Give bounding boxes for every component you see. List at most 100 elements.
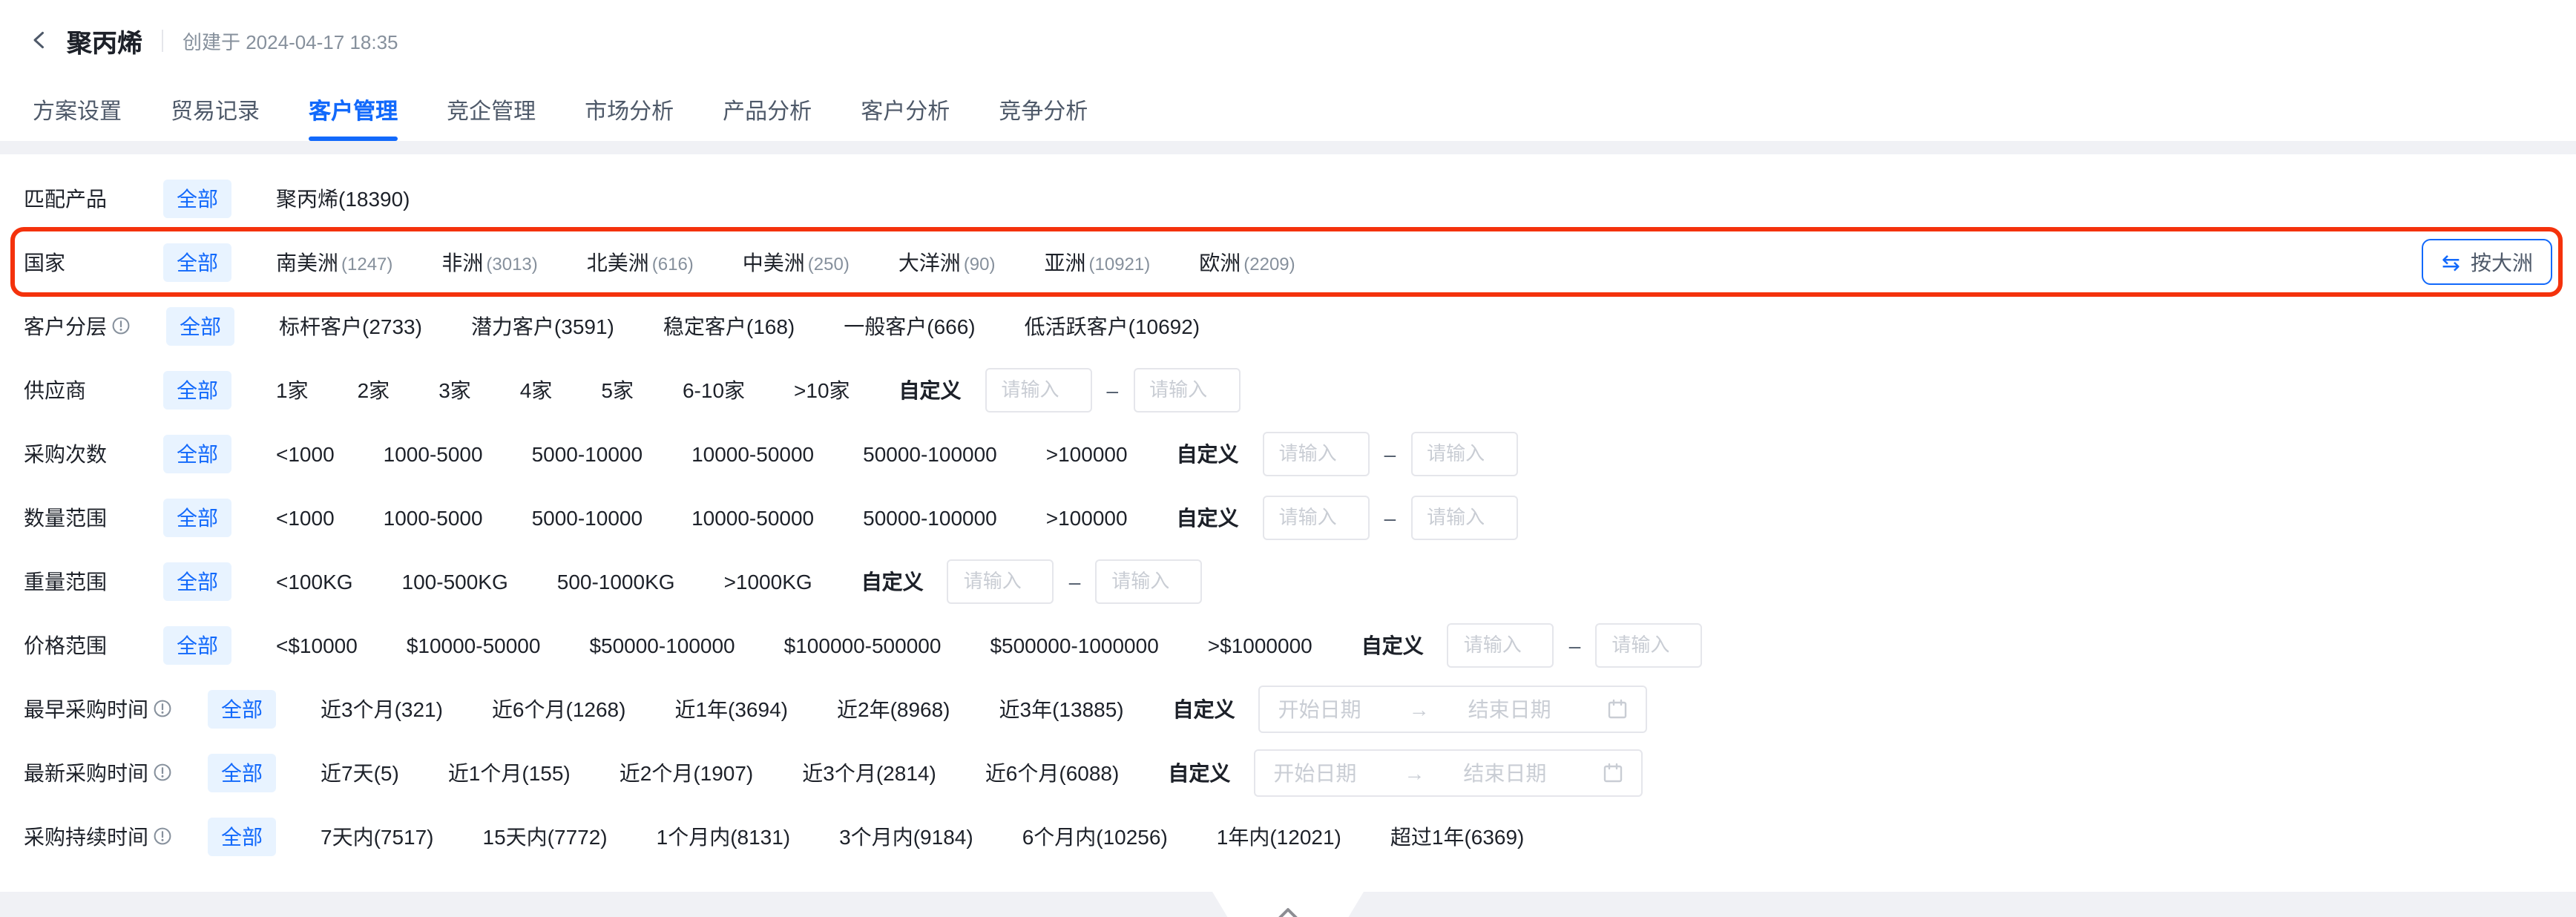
filter-option[interactable]: 近2个月(1907) xyxy=(620,757,754,787)
custom-option[interactable]: 自定义 xyxy=(1177,502,1239,532)
filter-option[interactable]: 1个月内(8131) xyxy=(657,821,791,851)
filter-option[interactable]: 欧洲 (2209) xyxy=(1199,247,1295,277)
filter-option[interactable]: 6个月内(10256) xyxy=(1022,821,1168,851)
filter-option[interactable]: 非洲 (3013) xyxy=(441,247,537,277)
filter-option[interactable]: 5000-10000 xyxy=(532,505,643,529)
filter-option[interactable]: 稳定客户(168) xyxy=(663,311,795,341)
filter-option[interactable]: 6-10家 xyxy=(683,375,745,404)
filter-option[interactable]: 近1个月(155) xyxy=(448,757,571,787)
filter-option[interactable]: 北美洲 (616) xyxy=(587,247,694,277)
collapse-handle[interactable] xyxy=(1212,892,1364,917)
filter-option[interactable]: 聚丙烯(18390) xyxy=(276,183,410,213)
filter-option[interactable]: 近7天(5) xyxy=(321,757,399,787)
info-icon[interactable] xyxy=(153,699,172,718)
option-all-selected[interactable]: 全部 xyxy=(163,179,231,217)
filter-option[interactable]: 10000-50000 xyxy=(691,441,814,465)
tab[interactable]: 产品分析 xyxy=(723,80,812,141)
option-all-selected[interactable]: 全部 xyxy=(166,306,234,345)
custom-option[interactable]: 自定义 xyxy=(1168,757,1230,787)
range-min-input[interactable] xyxy=(1263,495,1370,539)
filter-option[interactable]: 一般客户(666) xyxy=(844,311,975,341)
tab[interactable]: 贸易记录 xyxy=(171,80,260,141)
filter-option[interactable]: <100KG xyxy=(276,569,353,593)
tab[interactable]: 竞争分析 xyxy=(999,80,1088,141)
range-min-input[interactable] xyxy=(947,559,1054,603)
filter-option[interactable]: <1000 xyxy=(276,505,335,529)
info-icon[interactable] xyxy=(153,826,172,846)
range-min-input[interactable] xyxy=(985,367,1092,412)
range-max-input[interactable] xyxy=(1410,495,1517,539)
date-range-picker[interactable]: 开始日期 → 结束日期 xyxy=(1259,685,1648,732)
filter-option[interactable]: 近2年(8968) xyxy=(837,694,950,723)
filter-option[interactable]: >10家 xyxy=(794,375,850,404)
filter-option[interactable]: 标杆客户(2733) xyxy=(279,311,422,341)
filter-option[interactable]: 近3个月(2814) xyxy=(802,757,936,787)
filter-option[interactable]: 亚洲 (10921) xyxy=(1045,247,1151,277)
filter-option[interactable]: 50000-100000 xyxy=(863,505,997,529)
range-min-input[interactable] xyxy=(1448,622,1554,667)
custom-option[interactable]: 自定义 xyxy=(1361,630,1424,660)
tab[interactable]: 客户分析 xyxy=(861,80,950,141)
option-all-selected[interactable]: 全部 xyxy=(208,753,276,792)
range-min-input[interactable] xyxy=(1263,431,1370,476)
option-all-selected[interactable]: 全部 xyxy=(163,562,231,600)
filter-option[interactable]: 500-1000KG xyxy=(557,569,675,593)
filter-option[interactable]: 低活跃客户(10692) xyxy=(1025,311,1200,341)
filter-option[interactable]: >100000 xyxy=(1046,505,1128,529)
filter-option[interactable]: $500000-1000000 xyxy=(990,633,1158,657)
range-max-input[interactable] xyxy=(1133,367,1240,412)
option-all-selected[interactable]: 全部 xyxy=(163,498,231,536)
option-all-selected[interactable]: 全部 xyxy=(208,689,276,728)
tab[interactable]: 市场分析 xyxy=(585,80,674,141)
filter-option[interactable]: >100000 xyxy=(1046,441,1128,465)
tab[interactable]: 竞企管理 xyxy=(447,80,536,141)
filter-option[interactable]: $50000-100000 xyxy=(589,633,735,657)
filter-option[interactable]: 15天内(7772) xyxy=(483,821,608,851)
filter-option[interactable]: 7天内(7517) xyxy=(321,821,434,851)
custom-option[interactable]: 自定义 xyxy=(861,566,924,596)
info-icon[interactable] xyxy=(153,763,172,782)
filter-option[interactable]: >1000KG xyxy=(724,569,812,593)
filter-option[interactable]: <$10000 xyxy=(276,633,358,657)
filter-option[interactable]: 近6个月(1268) xyxy=(492,694,626,723)
date-end-placeholder[interactable]: 结束日期 xyxy=(1468,694,1608,723)
filter-option[interactable]: 潜力客户(3591) xyxy=(471,311,614,341)
filter-option[interactable]: $10000-50000 xyxy=(407,633,541,657)
option-all-selected[interactable]: 全部 xyxy=(163,243,231,281)
custom-option[interactable]: 自定义 xyxy=(1173,694,1235,723)
range-max-input[interactable] xyxy=(1410,431,1517,476)
filter-option[interactable]: 近3个月(321) xyxy=(321,694,443,723)
filter-option[interactable]: 近6个月(6088) xyxy=(985,757,1120,787)
filter-option[interactable]: 超过1年(6369) xyxy=(1390,821,1525,851)
filter-option[interactable]: 近3年(13885) xyxy=(999,694,1124,723)
option-all-selected[interactable]: 全部 xyxy=(163,434,231,473)
filter-option[interactable]: 50000-100000 xyxy=(863,441,997,465)
option-all-selected[interactable]: 全部 xyxy=(208,817,276,855)
date-start-placeholder[interactable]: 开始日期 xyxy=(1278,694,1409,723)
date-start-placeholder[interactable]: 开始日期 xyxy=(1273,757,1404,787)
info-icon[interactable] xyxy=(111,316,131,335)
filter-option[interactable]: 3个月内(9184) xyxy=(839,821,973,851)
date-end-placeholder[interactable]: 结束日期 xyxy=(1463,757,1603,787)
filter-option[interactable]: $100000-500000 xyxy=(784,633,942,657)
filter-option[interactable]: 近1年(3694) xyxy=(674,694,788,723)
filter-option[interactable]: <1000 xyxy=(276,441,335,465)
date-range-picker[interactable]: 开始日期 → 结束日期 xyxy=(1254,749,1643,796)
custom-option[interactable]: 自定义 xyxy=(899,375,962,404)
custom-option[interactable]: 自定义 xyxy=(1177,438,1239,468)
filter-option[interactable]: >$1000000 xyxy=(1208,633,1312,657)
filter-option[interactable]: 南美洲 (1247) xyxy=(276,247,392,277)
filter-option[interactable]: 3家 xyxy=(438,375,471,404)
filter-option[interactable]: 5家 xyxy=(601,375,634,404)
filter-option[interactable]: 5000-10000 xyxy=(532,441,643,465)
back-button[interactable] xyxy=(30,30,50,50)
option-all-selected[interactable]: 全部 xyxy=(163,370,231,409)
filter-option[interactable]: 100-500KG xyxy=(402,569,508,593)
filter-option[interactable]: 4家 xyxy=(520,375,553,404)
tab[interactable]: 客户管理 xyxy=(309,80,398,141)
option-all-selected[interactable]: 全部 xyxy=(163,625,231,664)
filter-option[interactable]: 1000-5000 xyxy=(384,505,483,529)
filter-option[interactable]: 1家 xyxy=(276,375,309,404)
tab[interactable]: 方案设置 xyxy=(33,80,122,141)
filter-option[interactable]: 1000-5000 xyxy=(384,441,483,465)
